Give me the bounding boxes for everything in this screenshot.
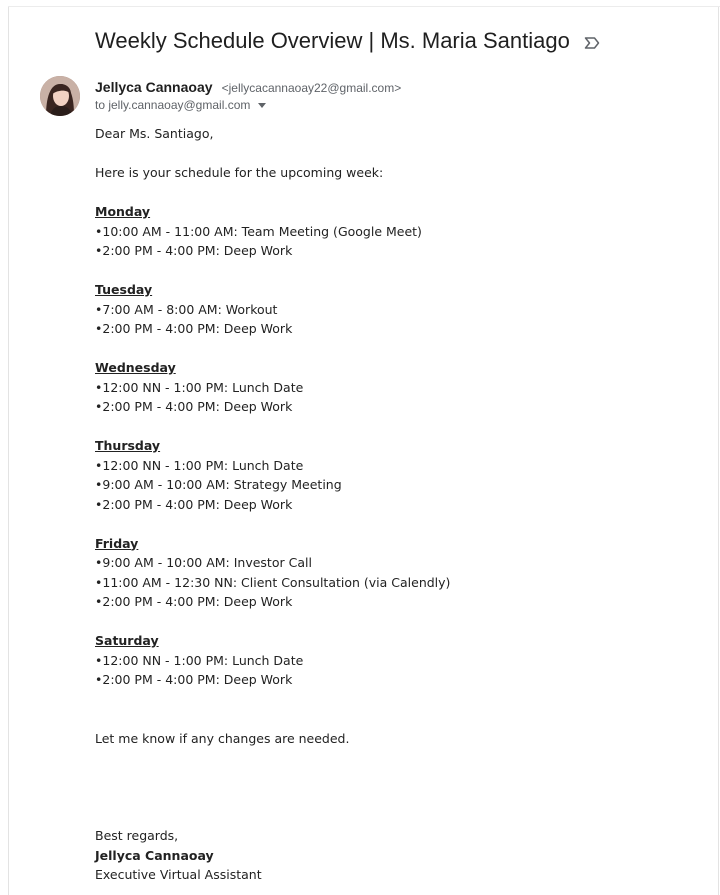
schedule-item: •2:00 PM - 4:00 PM: Deep Work [95, 496, 293, 512]
schedule-item: •10:00 AM - 11:00 AM: Team Meeting (Goog… [95, 223, 422, 239]
subject-row: Weekly Schedule Overview | Ms. Maria San… [95, 28, 600, 54]
day-section-thursday: Thursday •12:00 NN - 1:00 PM: Lunch Date… [95, 436, 695, 514]
show-details-chevron-down-icon[interactable] [258, 102, 267, 108]
day-section-friday: Friday •9:00 AM - 10:00 AM: Investor Cal… [95, 534, 695, 612]
email-body: Dear Ms. Santiago, Here is your schedule… [95, 124, 695, 885]
sender-email: <jellycacannaoay22@gmail.com> [221, 81, 402, 95]
recipient-line: to jelly.cannaoay@gmail.com [95, 98, 267, 112]
schedule-item: •11:00 AM - 12:30 NN: Client Consultatio… [95, 574, 451, 590]
reading-pane-top-border [8, 6, 720, 7]
schedule-item: •12:00 NN - 1:00 PM: Lunch Date [95, 457, 304, 473]
schedule-item: •12:00 NN - 1:00 PM: Lunch Date [95, 652, 304, 668]
greeting: Dear Ms. Santiago, [95, 126, 214, 141]
day-section-tuesday: Tuesday •7:00 AM - 8:00 AM: Workout •2:0… [95, 280, 695, 339]
email-subject: Weekly Schedule Overview | Ms. Maria San… [95, 28, 570, 53]
sender-line: Jellyca Cannaoay <jellycacannaoay22@gmai… [95, 77, 401, 96]
sender-name[interactable]: Jellyca Cannaoay [95, 79, 213, 95]
day-heading: Friday [95, 535, 139, 551]
schedule-item: •9:00 AM - 10:00 AM: Strategy Meeting [95, 477, 342, 492]
day-section-monday: Monday •10:00 AM - 11:00 AM: Team Meetin… [95, 202, 695, 261]
sender-avatar[interactable] [40, 76, 80, 116]
signoff: Best regards, [95, 828, 179, 843]
signature-title: Executive Virtual Assistant [95, 867, 262, 882]
day-section-saturday: Saturday •12:00 NN - 1:00 PM: Lunch Date… [95, 631, 695, 690]
day-heading: Tuesday [95, 282, 153, 297]
label-important-icon[interactable] [584, 35, 600, 49]
schedule-item: •2:00 PM - 4:00 PM: Deep Work [95, 672, 293, 687]
schedule-item: •7:00 AM - 8:00 AM: Workout [95, 301, 278, 317]
schedule-item: •9:00 AM - 10:00 AM: Investor Call [95, 555, 312, 570]
recipient-text: to jelly.cannaoay@gmail.com [95, 98, 251, 112]
intro-text: Here is your schedule for the upcoming w… [95, 165, 384, 180]
closing-note: Let me know if any changes are needed. [95, 730, 350, 746]
schedule-item: •2:00 PM - 4:00 PM: Deep Work [95, 594, 293, 609]
schedule-item: •12:00 NN - 1:00 PM: Lunch Date [95, 379, 304, 395]
schedule-item: •2:00 PM - 4:00 PM: Deep Work [95, 399, 293, 414]
reading-pane-right-border [718, 7, 719, 895]
reading-pane-left-border [8, 7, 9, 895]
day-heading: Monday [95, 204, 151, 219]
day-heading: Thursday [95, 438, 161, 453]
schedule-item: •2:00 PM - 4:00 PM: Deep Work [95, 321, 293, 336]
schedule-item: •2:00 PM - 4:00 PM: Deep Work [95, 243, 293, 258]
day-heading: Saturday [95, 633, 159, 648]
signature-name: Jellyca Cannaoay [95, 847, 214, 863]
day-section-wednesday: Wednesday •12:00 NN - 1:00 PM: Lunch Dat… [95, 358, 695, 417]
day-heading: Wednesday [95, 360, 176, 375]
